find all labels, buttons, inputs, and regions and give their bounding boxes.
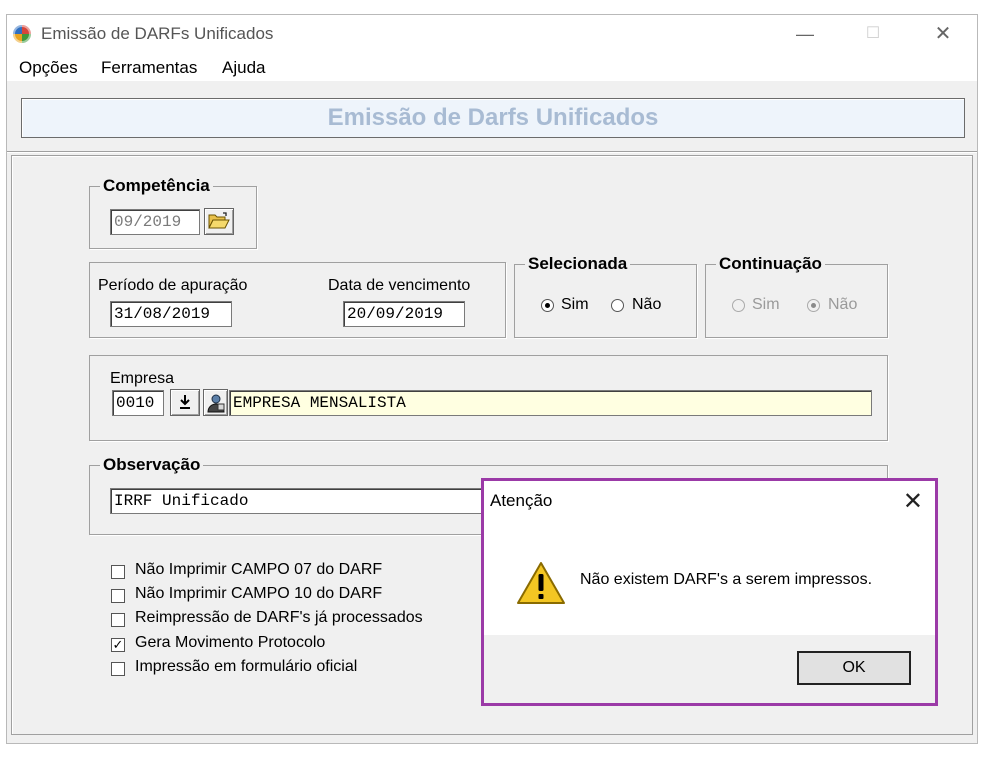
alert-dialog: Atenção ✕ Não existem DARF's a serem imp… bbox=[481, 478, 938, 706]
warning-icon bbox=[517, 562, 565, 604]
empresa-name-field[interactable]: EMPRESA MENSALISTA bbox=[229, 390, 872, 416]
person-search-icon bbox=[206, 394, 225, 413]
checkbox-gera-movimento[interactable]: ✓ bbox=[111, 638, 125, 652]
checkbox-campo-07[interactable] bbox=[111, 565, 125, 579]
divider bbox=[7, 151, 977, 153]
checkbox-campo-10[interactable] bbox=[111, 589, 125, 603]
empresa-code-input[interactable]: 0010 bbox=[112, 390, 164, 416]
ok-button[interactable]: OK bbox=[797, 651, 911, 685]
selecionada-sim-label: Sim bbox=[561, 296, 589, 313]
continuacao-nao-radio[interactable] bbox=[807, 299, 820, 312]
dialog-title: Atenção bbox=[490, 491, 553, 510]
continuacao-sim-label: Sim bbox=[752, 296, 780, 313]
periodo-apuracao-input[interactable]: 31/08/2019 bbox=[110, 301, 232, 327]
selecionada-nao-radio[interactable] bbox=[611, 299, 624, 312]
checkbox-campo-10-label: Não Imprimir CAMPO 10 do DARF bbox=[135, 585, 383, 602]
app-logo-icon bbox=[13, 25, 31, 43]
checkbox-formulario-oficial-label: Impressão em formulário oficial bbox=[135, 658, 358, 675]
download-arrow-icon bbox=[180, 395, 190, 409]
data-vencimento-input[interactable]: 20/09/2019 bbox=[343, 301, 465, 327]
checkbox-campo-07-label: Não Imprimir CAMPO 07 do DARF bbox=[135, 561, 383, 578]
page-title: Emissão de Darfs Unificados bbox=[327, 104, 659, 131]
selecionada-nao-label: Não bbox=[632, 296, 662, 313]
periodo-apuracao-label: Período de apuração bbox=[98, 277, 248, 294]
continuacao-label: Continuação bbox=[716, 254, 825, 274]
continuacao-sim-radio[interactable] bbox=[732, 299, 745, 312]
checkbox-reimpressao-label: Reimpressão de DARF's já processados bbox=[135, 609, 423, 626]
menu-ajuda[interactable]: Ajuda bbox=[222, 58, 265, 78]
data-vencimento-label: Data de vencimento bbox=[328, 277, 471, 294]
dialog-close-button[interactable]: ✕ bbox=[903, 487, 923, 516]
folder-open-icon bbox=[208, 212, 230, 229]
open-folder-button[interactable] bbox=[204, 208, 234, 235]
menu-opcoes[interactable]: Opções bbox=[19, 58, 78, 78]
observacao-label: Observação bbox=[100, 455, 204, 475]
checkbox-formulario-oficial[interactable] bbox=[111, 662, 125, 676]
close-button[interactable]: ✕ bbox=[923, 21, 963, 47]
continuacao-group: Continuação Sim Não bbox=[705, 254, 888, 338]
competencia-group: Competência 09/2019 bbox=[89, 176, 257, 249]
checkbox-gera-movimento-label: Gera Movimento Protocolo bbox=[135, 634, 326, 651]
dialog-message: Não existem DARF's a serem impressos. bbox=[580, 571, 873, 588]
selecionada-group: Selecionada Sim Não bbox=[514, 254, 697, 338]
header-banner: Emissão de Darfs Unificados bbox=[21, 98, 965, 138]
empresa-search-button[interactable] bbox=[203, 389, 228, 416]
empresa-label: Empresa bbox=[110, 370, 175, 387]
maximize-button[interactable]: ☐ bbox=[853, 21, 893, 47]
menu-bar: Opções Ferramentas Ajuda bbox=[7, 53, 977, 81]
minimize-button[interactable]: — bbox=[785, 21, 825, 47]
continuacao-nao-label: Não bbox=[828, 296, 858, 313]
empresa-lookup-button[interactable] bbox=[170, 389, 200, 416]
selecionada-sim-radio[interactable] bbox=[541, 299, 554, 312]
window-title: Emissão de DARFs Unificados bbox=[41, 24, 274, 43]
menu-ferramentas[interactable]: Ferramentas bbox=[101, 58, 197, 78]
dialog-footer: OK bbox=[484, 635, 935, 703]
selecionada-label: Selecionada bbox=[525, 254, 631, 274]
checkbox-reimpressao[interactable] bbox=[111, 613, 125, 627]
periodo-group: Período de apuração 31/08/2019 Data de v… bbox=[89, 262, 506, 338]
competencia-input[interactable]: 09/2019 bbox=[110, 209, 200, 235]
empresa-group: Empresa 0010 EMPRESA MENSALISTA bbox=[89, 355, 888, 441]
title-bar: Emissão de DARFs Unificados — ☐ ✕ bbox=[7, 15, 977, 53]
competencia-label: Competência bbox=[100, 176, 213, 196]
